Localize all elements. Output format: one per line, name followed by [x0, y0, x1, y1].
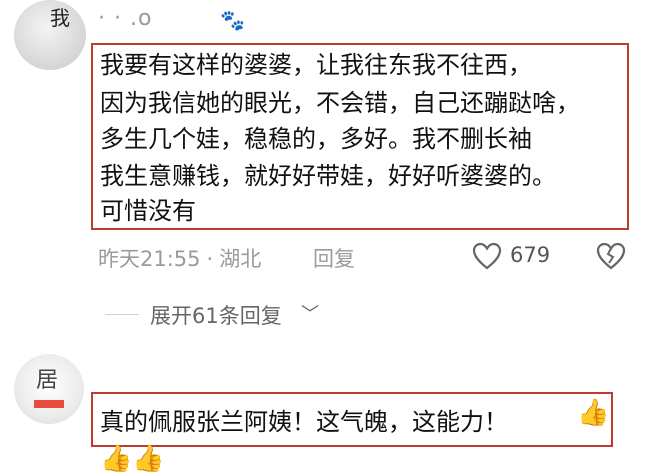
comment-line: 我生意赚钱，就好好带娃，好好听婆婆的。	[100, 162, 556, 190]
comment-line: 我要有这样的婆婆，让我往东我不往西，	[100, 51, 532, 79]
divider-line	[105, 314, 139, 315]
paw-icon: 🐾	[220, 8, 245, 32]
like-heart-icon[interactable]	[472, 242, 502, 274]
thumbs-up-icon: 👍	[132, 444, 165, 474]
separator-dot: ·	[206, 247, 214, 271]
comment-time: 昨天21:55	[98, 247, 201, 271]
avatar[interactable]: 居	[14, 354, 84, 424]
dislike-broken-heart-icon[interactable]	[596, 242, 626, 274]
comment-location: 湖北	[219, 247, 262, 271]
avatar-text: 居	[36, 368, 59, 393]
comment-meta: 昨天21:55 · 湖北	[98, 243, 261, 273]
username[interactable]: · · .o	[98, 6, 152, 31]
comment-line: 可惜没有	[100, 197, 196, 225]
reply-button[interactable]: 回复	[313, 243, 355, 273]
avatar-red-mark	[34, 400, 64, 408]
like-count: 679	[510, 243, 551, 267]
thumbs-up-icon: 👍	[577, 398, 610, 428]
expand-replies-button[interactable]: 展开61条回复	[150, 300, 282, 330]
comment-line: 多生几个娃，稳稳的，多好。我不删长袖	[100, 125, 532, 153]
chevron-down-icon[interactable]: ﹀	[301, 300, 319, 326]
avatar-text: 我	[50, 6, 70, 30]
comment-text: 真的佩服张兰阿姨！这气魄，这能力！	[100, 408, 508, 436]
avatar[interactable]: 我	[14, 0, 86, 70]
comment-line: 因为我信她的眼光，不会错，自己还蹦跶啥，	[100, 89, 580, 117]
thumbs-up-icon: 👍	[100, 444, 133, 474]
